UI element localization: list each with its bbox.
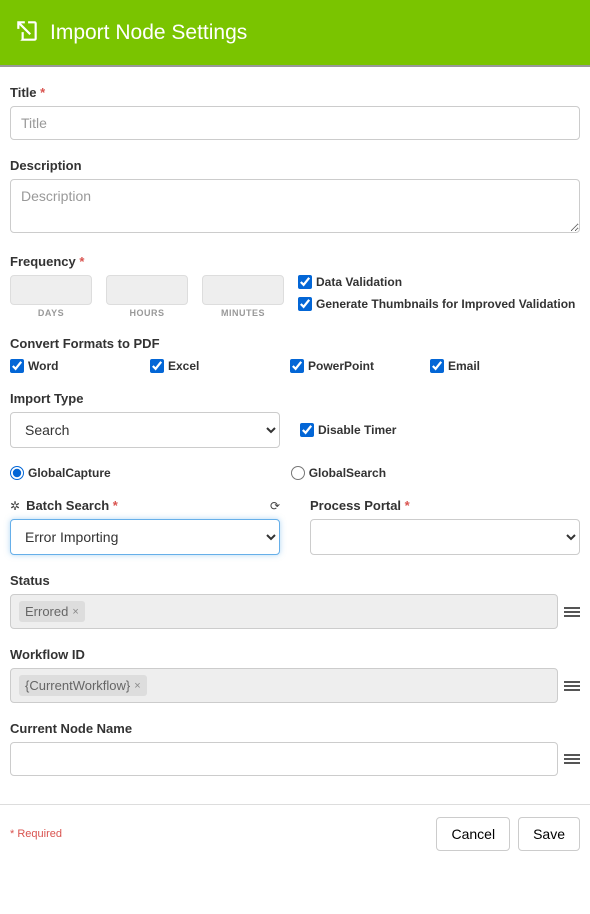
data-validation-input[interactable] — [298, 275, 312, 289]
import-type-label: Import Type — [10, 391, 580, 406]
batch-search-col: ✲ Batch Search * ⟳ Error Importing — [10, 498, 280, 555]
globalsearch-radio[interactable]: GlobalSearch — [291, 466, 386, 480]
import-type-select[interactable]: Search — [10, 412, 280, 448]
hours-input[interactable] — [106, 275, 188, 305]
current-node-label: Current Node Name — [10, 721, 580, 736]
description-input[interactable] — [10, 179, 580, 233]
menu-icon[interactable] — [564, 681, 580, 691]
current-node-group: Current Node Name — [10, 721, 580, 776]
cancel-button[interactable]: Cancel — [436, 817, 510, 851]
workflow-id-group: Workflow ID {CurrentWorkflow} × — [10, 647, 580, 703]
current-node-field[interactable] — [10, 742, 558, 776]
frequency-days: DAYS — [10, 275, 92, 318]
status-field[interactable]: Errored × — [10, 594, 558, 629]
dialog-footer: * Required Cancel Save — [0, 804, 590, 867]
save-button[interactable]: Save — [518, 817, 580, 851]
generate-thumbnails-checkbox[interactable]: Generate Thumbnails for Improved Validat… — [298, 297, 575, 311]
convert-word[interactable]: Word — [10, 359, 110, 373]
dialog-title: Import Node Settings — [50, 21, 247, 45]
import-type-group: Import Type Search Disable Timer — [10, 391, 580, 448]
frequency-group: Frequency * DAYS HOURS MINUTES Data Vali… — [10, 254, 580, 318]
frequency-minutes: MINUTES — [202, 275, 284, 318]
description-group: Description — [10, 158, 580, 236]
dialog-header: Import Node Settings — [0, 0, 590, 67]
title-group: Title * — [10, 85, 580, 140]
globalcapture-radio[interactable]: GlobalCapture — [10, 466, 111, 480]
menu-icon[interactable] — [564, 607, 580, 617]
minutes-input[interactable] — [202, 275, 284, 305]
days-caption: DAYS — [38, 308, 64, 318]
remove-tag-icon[interactable]: × — [134, 680, 140, 692]
batch-search-label: Batch Search * — [26, 498, 118, 513]
menu-icon[interactable] — [564, 754, 580, 764]
required-note: * Required — [10, 828, 62, 840]
data-validation-checkbox[interactable]: Data Validation — [298, 275, 575, 289]
hours-caption: HOURS — [129, 308, 164, 318]
convert-email[interactable]: Email — [430, 359, 530, 373]
title-input[interactable] — [10, 106, 580, 140]
convert-group: Convert Formats to PDF Word Excel PowerP… — [10, 336, 580, 373]
source-group: GlobalCapture GlobalSearch ✲ Batch Searc… — [10, 466, 580, 555]
title-label: Title * — [10, 85, 580, 100]
convert-excel[interactable]: Excel — [150, 359, 250, 373]
gear-icon[interactable]: ✲ — [10, 499, 20, 513]
status-label: Status — [10, 573, 580, 588]
workflow-id-label: Workflow ID — [10, 647, 580, 662]
status-tag: Errored × — [19, 601, 85, 622]
refresh-icon[interactable]: ⟳ — [270, 499, 280, 513]
workflow-id-field[interactable]: {CurrentWorkflow} × — [10, 668, 558, 703]
minutes-caption: MINUTES — [221, 308, 265, 318]
import-icon — [14, 18, 40, 47]
process-portal-label: Process Portal * — [310, 498, 410, 513]
workflow-id-tag: {CurrentWorkflow} × — [19, 675, 147, 696]
remove-tag-icon[interactable]: × — [72, 606, 78, 618]
generate-thumbnails-label: Generate Thumbnails for Improved Validat… — [316, 297, 575, 311]
convert-powerpoint[interactable]: PowerPoint — [290, 359, 390, 373]
days-input[interactable] — [10, 275, 92, 305]
disable-timer-checkbox[interactable]: Disable Timer — [300, 423, 396, 437]
frequency-label: Frequency * — [10, 254, 580, 269]
convert-label: Convert Formats to PDF — [10, 336, 580, 351]
frequency-hours: HOURS — [106, 275, 188, 318]
batch-search-select[interactable]: Error Importing — [10, 519, 280, 555]
status-group: Status Errored × — [10, 573, 580, 629]
data-validation-label: Data Validation — [316, 275, 402, 289]
generate-thumbnails-input[interactable] — [298, 297, 312, 311]
process-portal-select[interactable] — [310, 519, 580, 555]
process-portal-col: Process Portal * — [310, 498, 580, 555]
form-body: Title * Description Frequency * DAYS HOU… — [0, 67, 590, 804]
description-label: Description — [10, 158, 580, 173]
